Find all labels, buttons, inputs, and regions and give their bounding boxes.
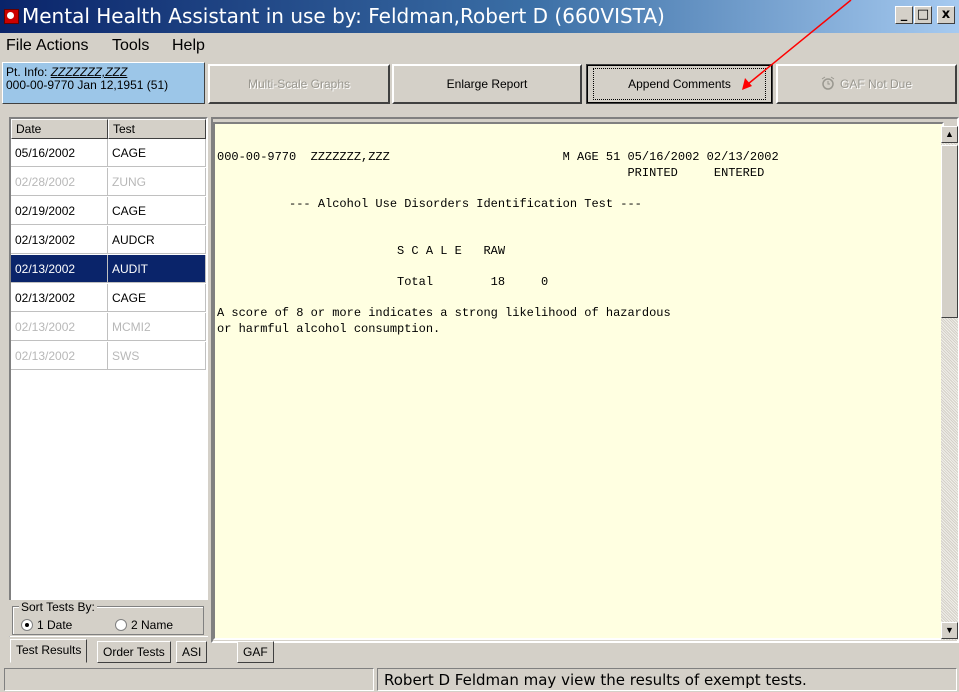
radio-selected-icon <box>21 619 33 631</box>
enlarge-report-button[interactable]: Enlarge Report <box>392 64 582 104</box>
report-line: S C A L E RAW <box>217 243 506 258</box>
list-item-date: 02/28/2002 <box>11 168 108 196</box>
list-item[interactable]: 02/13/2002 MCMI2 <box>11 313 206 341</box>
scroll-thumb[interactable] <box>941 145 958 318</box>
sort-by-date-radio[interactable]: 1 Date <box>21 618 72 632</box>
status-bar: Robert D Feldman may view the results of… <box>0 667 959 692</box>
patient-info-label: Pt. Info: <box>6 65 48 79</box>
tab-gaf[interactable]: GAF <box>237 641 274 663</box>
test-list[interactable]: Date Test 05/16/2002 CAGE 02/28/2002 ZUNG 02… <box>9 117 208 637</box>
report-line: Total 18 0 <box>217 274 549 289</box>
report-line: PRINTED ENTERED <box>217 165 765 180</box>
list-item-date: 02/13/2002 <box>11 313 108 341</box>
sort-tests-group: Sort Tests By: 1 Date 2 Name <box>9 600 208 636</box>
tab-asi[interactable]: ASI <box>176 641 208 663</box>
report-line: 000-00-9770 ZZZZZZZ,ZZZ M AGE 51 05/16/2… <box>217 150 779 164</box>
sort-by-date-label: 1 Date <box>37 618 73 632</box>
report-pane[interactable]: 000-00-9770 ZZZZZZZ,ZZZ M AGE 51 05/16/2… <box>213 122 944 640</box>
list-item-test: AUDCR <box>108 226 206 254</box>
list-item-date: 02/13/2002 <box>11 284 108 312</box>
list-item[interactable]: 02/28/2002 ZUNG <box>11 168 206 196</box>
list-item-date: 02/13/2002 <box>11 255 108 283</box>
menu-help[interactable]: Help <box>172 37 205 55</box>
patient-details: 000-00-9770 Jan 12,1951 (51) <box>6 78 169 92</box>
tab-order-tests[interactable]: Order Tests <box>97 641 171 663</box>
menu-tools[interactable]: Tools <box>112 37 149 55</box>
sort-group-label: Sort Tests By: <box>19 600 97 614</box>
append-comments-label: Append Comments <box>593 68 766 100</box>
status-panel-left <box>4 668 374 691</box>
report-line: or harmful alcohol consumption. <box>217 321 441 336</box>
list-item-test: AUDIT <box>108 255 206 283</box>
list-item-test: ZUNG <box>108 168 206 196</box>
list-item-test: CAGE <box>108 139 206 167</box>
scroll-up-icon[interactable]: ▲ <box>941 126 958 143</box>
sort-by-name-radio[interactable]: 2 Name <box>115 618 173 632</box>
patient-name: ZZZZZZZ,ZZZ <box>50 65 128 79</box>
list-item-test: CAGE <box>108 197 206 225</box>
scroll-down-icon[interactable]: ▼ <box>941 622 958 639</box>
window-title: Mental Health Assistant in use by: Feldm… <box>22 4 665 28</box>
list-item[interactable]: 02/19/2002 CAGE <box>11 197 206 225</box>
list-item[interactable]: 02/13/2002 AUDIT <box>11 255 206 283</box>
gaf-not-due-button[interactable]: GAF Not Due <box>776 64 957 104</box>
list-item[interactable]: 05/16/2002 CAGE <box>11 139 206 167</box>
app-icon <box>4 9 19 24</box>
menu-bar: File Actions Tools Help <box>0 34 959 58</box>
title-bar[interactable]: Mental Health Assistant in use by: Feldm… <box>0 0 959 33</box>
gaf-not-due-label: GAF Not Due <box>839 77 913 91</box>
list-item-date: 02/13/2002 <box>11 342 108 370</box>
patient-info-button[interactable]: Pt. Info: ZZZZZZZ,ZZZ 000-00-9770 Jan 12… <box>2 62 205 104</box>
multi-scale-graphs-button[interactable]: Multi-Scale Graphs <box>208 64 390 104</box>
list-item[interactable]: 02/13/2002 SWS <box>11 342 206 370</box>
close-button[interactable]: x <box>937 6 955 24</box>
list-item[interactable]: 02/13/2002 AUDCR <box>11 226 206 254</box>
list-item-date: 02/13/2002 <box>11 226 108 254</box>
list-header: Date Test <box>11 119 206 139</box>
list-item-test: SWS <box>108 342 206 370</box>
status-message: Robert D Feldman may view the results of… <box>377 668 957 691</box>
tab-test-results[interactable]: Test Results <box>10 639 88 663</box>
list-item-date: 05/16/2002 <box>11 139 108 167</box>
sort-by-name-label: 2 Name <box>131 618 174 632</box>
report-scrollbar[interactable]: ▲ ▼ <box>941 126 958 640</box>
radio-unselected-icon <box>115 619 127 631</box>
list-item[interactable]: 02/13/2002 CAGE <box>11 284 206 312</box>
list-item-test: CAGE <box>108 284 206 312</box>
alarm-clock-icon <box>821 76 835 93</box>
minimize-button[interactable]: _ <box>895 6 913 24</box>
report-line: --- Alcohol Use Disorders Identification… <box>217 196 642 211</box>
maximize-button[interactable]: □ <box>914 6 932 24</box>
column-header-test[interactable]: Test <box>108 119 206 139</box>
report-line: A score of 8 or more indicates a strong … <box>217 306 671 320</box>
append-comments-button[interactable]: Append Comments <box>586 64 773 104</box>
bottom-tabs: Test Results Order Tests ASI GAF <box>0 639 959 665</box>
menu-actions[interactable]: Actions <box>36 37 88 55</box>
column-header-date[interactable]: Date <box>11 119 108 139</box>
list-item-date: 02/19/2002 <box>11 197 108 225</box>
menu-file[interactable]: File <box>6 37 32 55</box>
list-item-test: MCMI2 <box>108 313 206 341</box>
